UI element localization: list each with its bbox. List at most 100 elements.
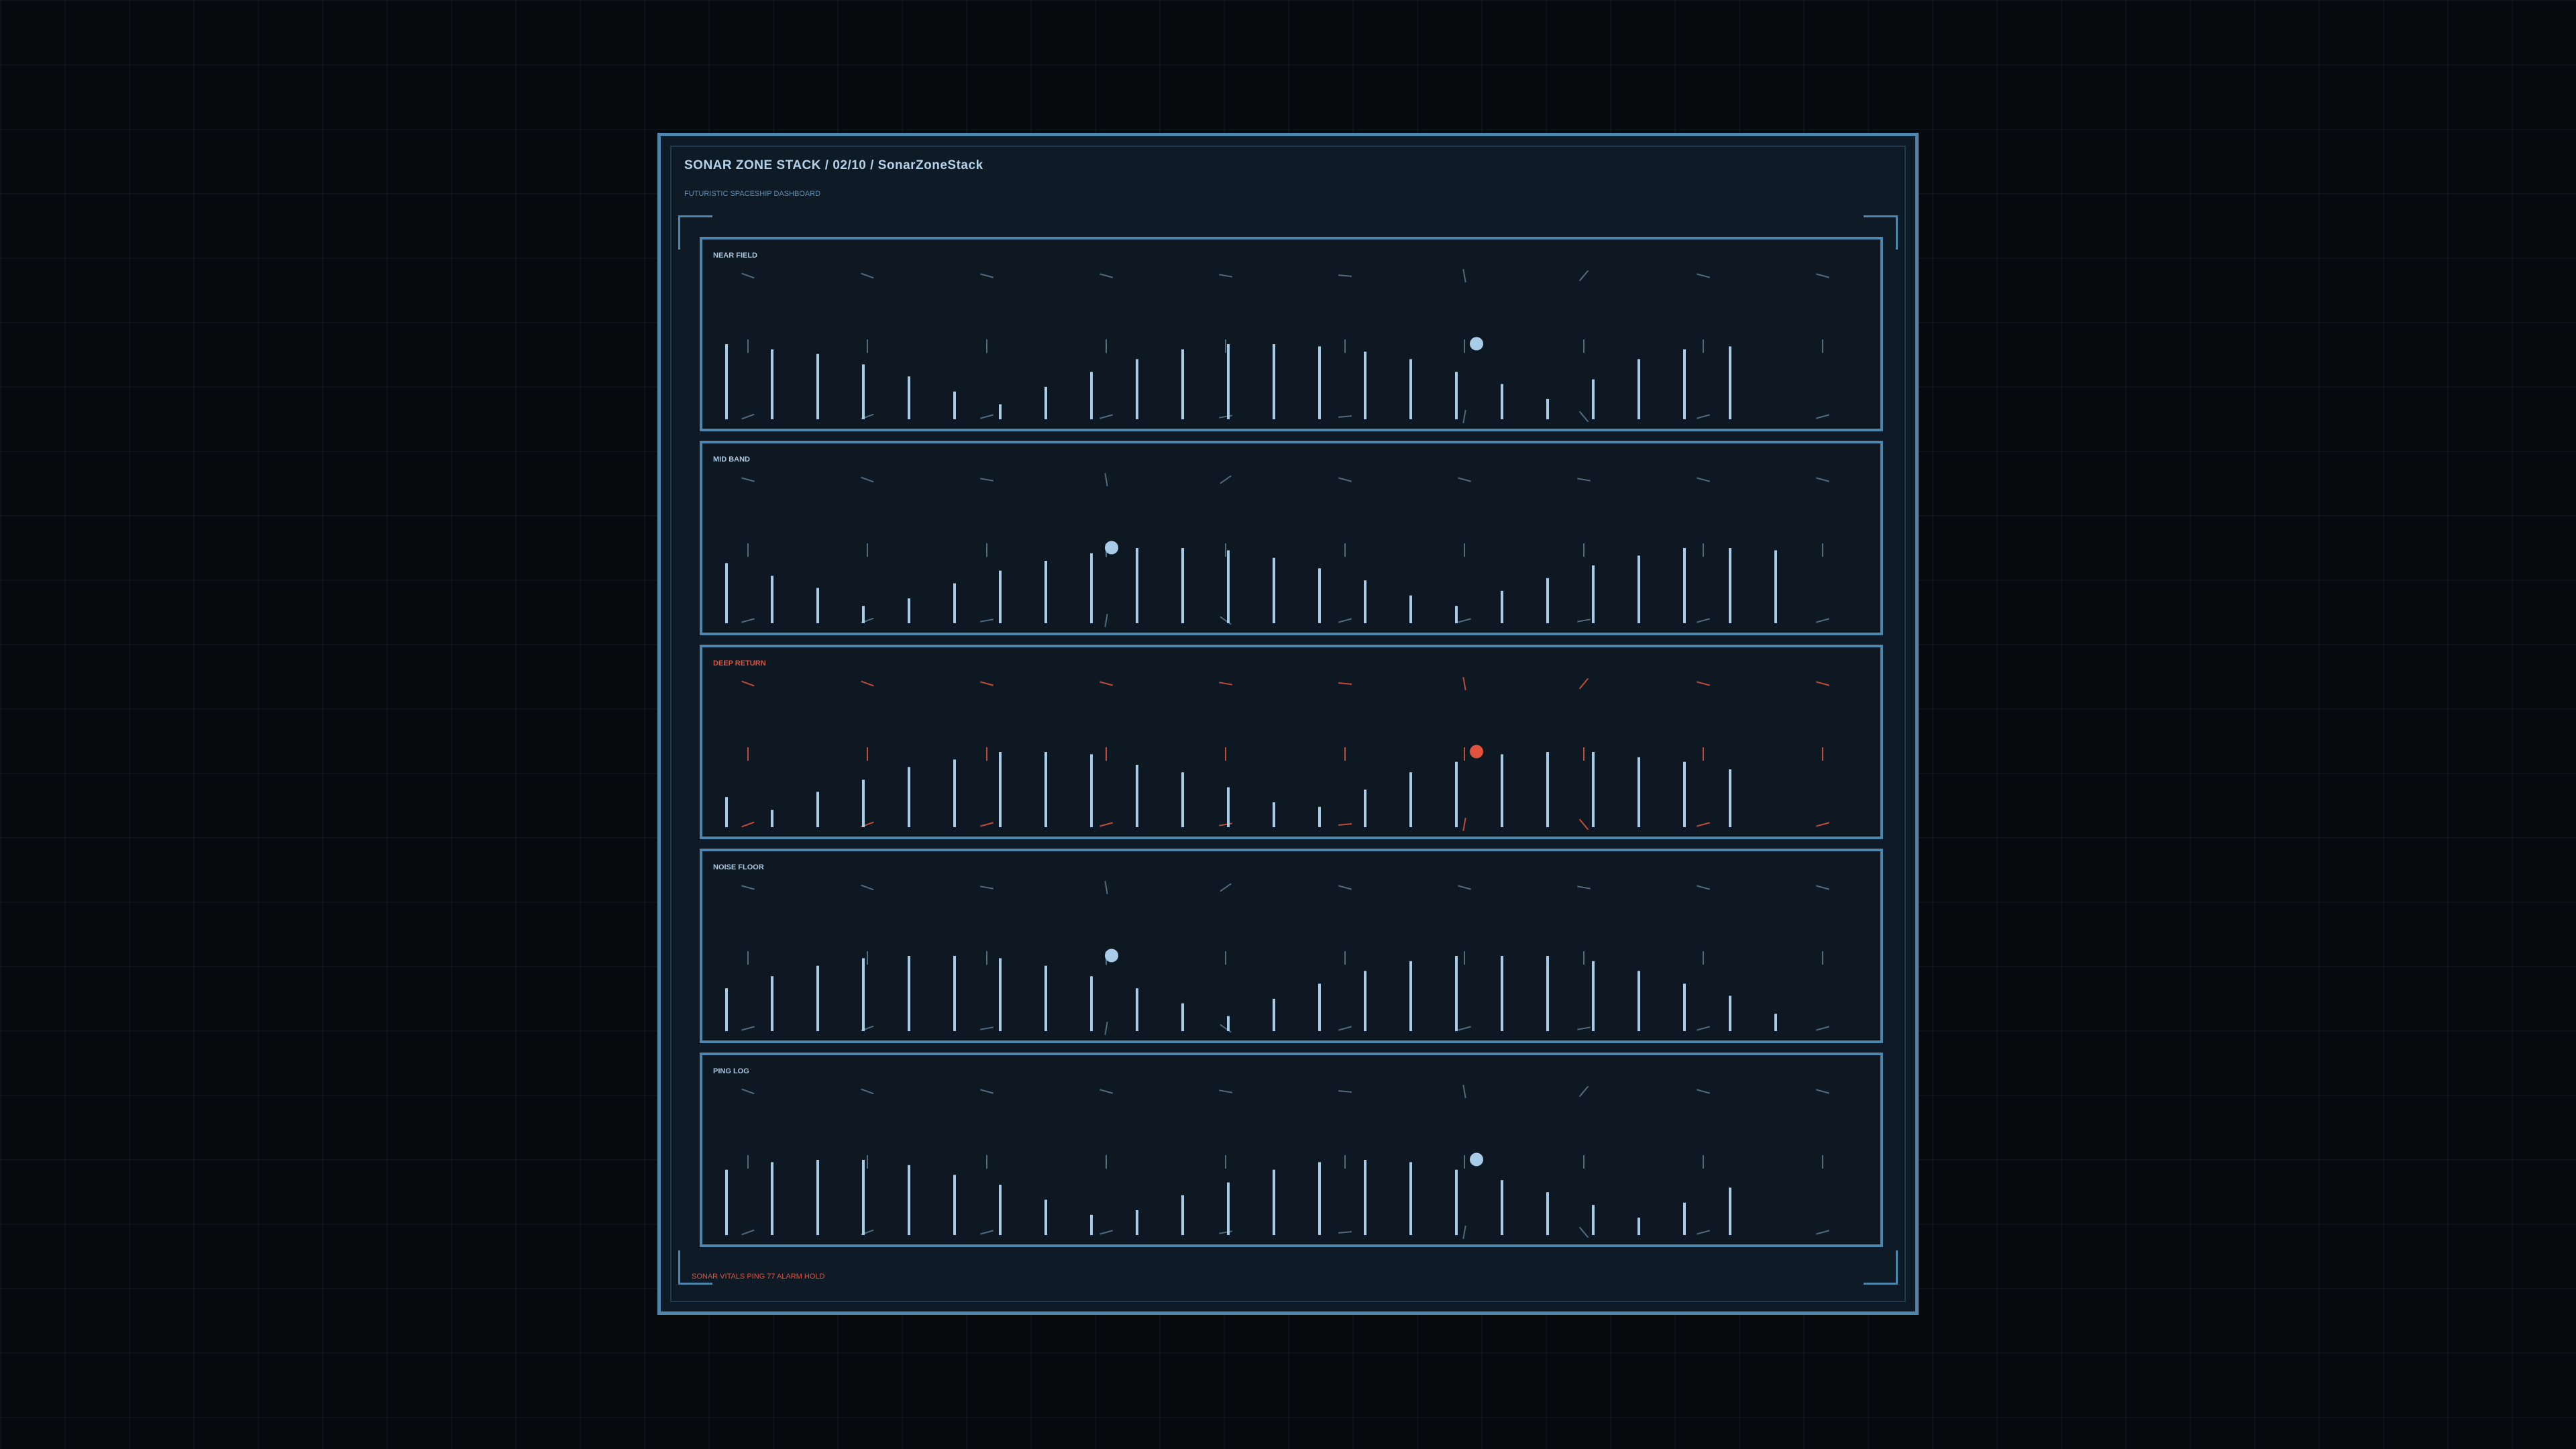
- dial-tick: [1816, 822, 1829, 827]
- dial-tick: [741, 680, 755, 687]
- dial-tick: [1099, 273, 1113, 278]
- dial-tick: [1458, 1026, 1471, 1031]
- zone-chart-near-field: [725, 269, 1829, 423]
- dial-tick: [1219, 682, 1232, 686]
- dial-tick: [1578, 818, 1589, 830]
- dial-tick: [1577, 478, 1591, 482]
- zone-marker-dot: [1470, 337, 1483, 351]
- dial-tick: [1220, 475, 1232, 484]
- dial-tick: [1697, 822, 1710, 827]
- zone-marker-dot: [1105, 541, 1118, 555]
- page-subtitle: FUTURISTIC SPACESHIP DASHBOARD: [684, 190, 821, 198]
- dial-tick: [1220, 883, 1232, 892]
- zone-panel-ping-log: PING LOG: [700, 1053, 1883, 1247]
- dial-tick: [1462, 269, 1466, 282]
- dial-tick: [980, 1026, 994, 1030]
- dial-tick: [1104, 881, 1108, 894]
- dial-tick: [1338, 1026, 1352, 1031]
- dial-tick: [1458, 618, 1471, 623]
- dial-tick: [1697, 1089, 1710, 1094]
- zone-panel-near-field: NEAR FIELD: [700, 237, 1883, 431]
- dial-tick: [980, 822, 994, 827]
- dial-tick: [741, 1026, 755, 1031]
- dial-tick: [1816, 273, 1829, 278]
- dial-tick: [980, 478, 994, 482]
- dial-tick: [1338, 1231, 1352, 1234]
- dial-tick: [1338, 823, 1352, 826]
- zone-marker-dot: [1470, 745, 1483, 759]
- dashboard-frame: SONAR ZONE STACK / 02/10 / SonarZoneStac…: [657, 133, 1919, 1315]
- zone-label-mid-band: MID BAND: [713, 455, 750, 464]
- dial-tick: [1462, 1226, 1466, 1239]
- zone-label-deep-return: DEEP RETURN: [713, 659, 766, 667]
- dial-tick: [1816, 1230, 1829, 1235]
- dial-tick: [1104, 614, 1108, 627]
- dial-tick: [1462, 818, 1466, 831]
- dial-tick: [741, 1088, 755, 1095]
- dial-tick: [1104, 1022, 1108, 1035]
- dial-tick: [861, 476, 874, 483]
- dial-tick: [980, 1230, 994, 1235]
- dial-tick: [980, 414, 994, 419]
- dial-tick: [1816, 1026, 1829, 1031]
- dial-tick: [1219, 415, 1232, 419]
- dial-tick: [1219, 822, 1232, 826]
- dial-tick: [1578, 678, 1589, 690]
- dial-tick: [1578, 411, 1589, 423]
- zone-label-ping-log: PING LOG: [713, 1067, 749, 1075]
- dial-tick: [1697, 1026, 1710, 1031]
- dial-tick: [1697, 1230, 1710, 1235]
- zone-chart-ping-log: [725, 1085, 1829, 1239]
- dial-tick: [1338, 885, 1352, 890]
- dial-tick: [1099, 414, 1113, 419]
- dial-tick: [980, 885, 994, 890]
- dial-tick: [1816, 681, 1829, 686]
- dial-tick: [1104, 473, 1108, 486]
- zone-panel-deep-return: DEEP RETURN: [700, 645, 1883, 839]
- dial-tick: [1816, 477, 1829, 482]
- dial-tick: [741, 413, 755, 420]
- dial-tick: [1816, 618, 1829, 623]
- zone-marker-dot: [1470, 1152, 1483, 1167]
- dial-tick: [980, 619, 994, 623]
- dial-tick: [861, 1088, 874, 1095]
- dial-tick: [1697, 273, 1710, 278]
- dial-tick: [861, 680, 874, 687]
- zone-chart-mid-band: [725, 473, 1829, 627]
- dial-tick: [1338, 274, 1352, 277]
- dial-tick: [1338, 682, 1352, 685]
- dial-tick: [1697, 414, 1710, 419]
- zone-chart-deep-return: [725, 677, 1829, 831]
- dial-tick: [1816, 885, 1829, 890]
- dial-tick: [1697, 681, 1710, 686]
- dial-tick: [1099, 681, 1113, 686]
- dial-tick: [1578, 1085, 1589, 1097]
- dial-tick: [980, 1089, 994, 1094]
- dial-tick: [741, 477, 755, 482]
- dial-tick: [741, 885, 755, 890]
- dial-tick: [1099, 822, 1113, 827]
- corner-bracket-bottom-right: [1864, 1250, 1898, 1285]
- dial-tick: [1697, 885, 1710, 890]
- dial-tick: [980, 681, 994, 686]
- dial-tick: [741, 1229, 755, 1236]
- dial-tick: [1577, 1026, 1591, 1030]
- dial-tick: [1099, 1089, 1113, 1094]
- dial-tick: [1578, 1226, 1589, 1238]
- dial-tick: [1338, 618, 1352, 623]
- dial-tick: [1099, 1230, 1113, 1235]
- zone-label-near-field: NEAR FIELD: [713, 252, 757, 260]
- dial-tick: [1219, 1089, 1232, 1093]
- dial-tick: [1219, 1230, 1232, 1234]
- zone-marker-dot: [1105, 949, 1118, 963]
- dial-tick: [861, 272, 874, 279]
- dial-tick: [741, 618, 755, 623]
- page-title: SONAR ZONE STACK / 02/10 / SonarZoneStac…: [684, 158, 983, 172]
- dial-tick: [1816, 414, 1829, 419]
- zone-label-noise-floor: NOISE FLOOR: [713, 863, 764, 871]
- zone-chart-noise-floor: [725, 881, 1829, 1035]
- dial-tick: [1816, 1089, 1829, 1094]
- zone-panel-noise-floor: NOISE FLOOR: [700, 849, 1883, 1043]
- dial-tick: [1577, 885, 1591, 890]
- dial-tick: [1577, 619, 1591, 623]
